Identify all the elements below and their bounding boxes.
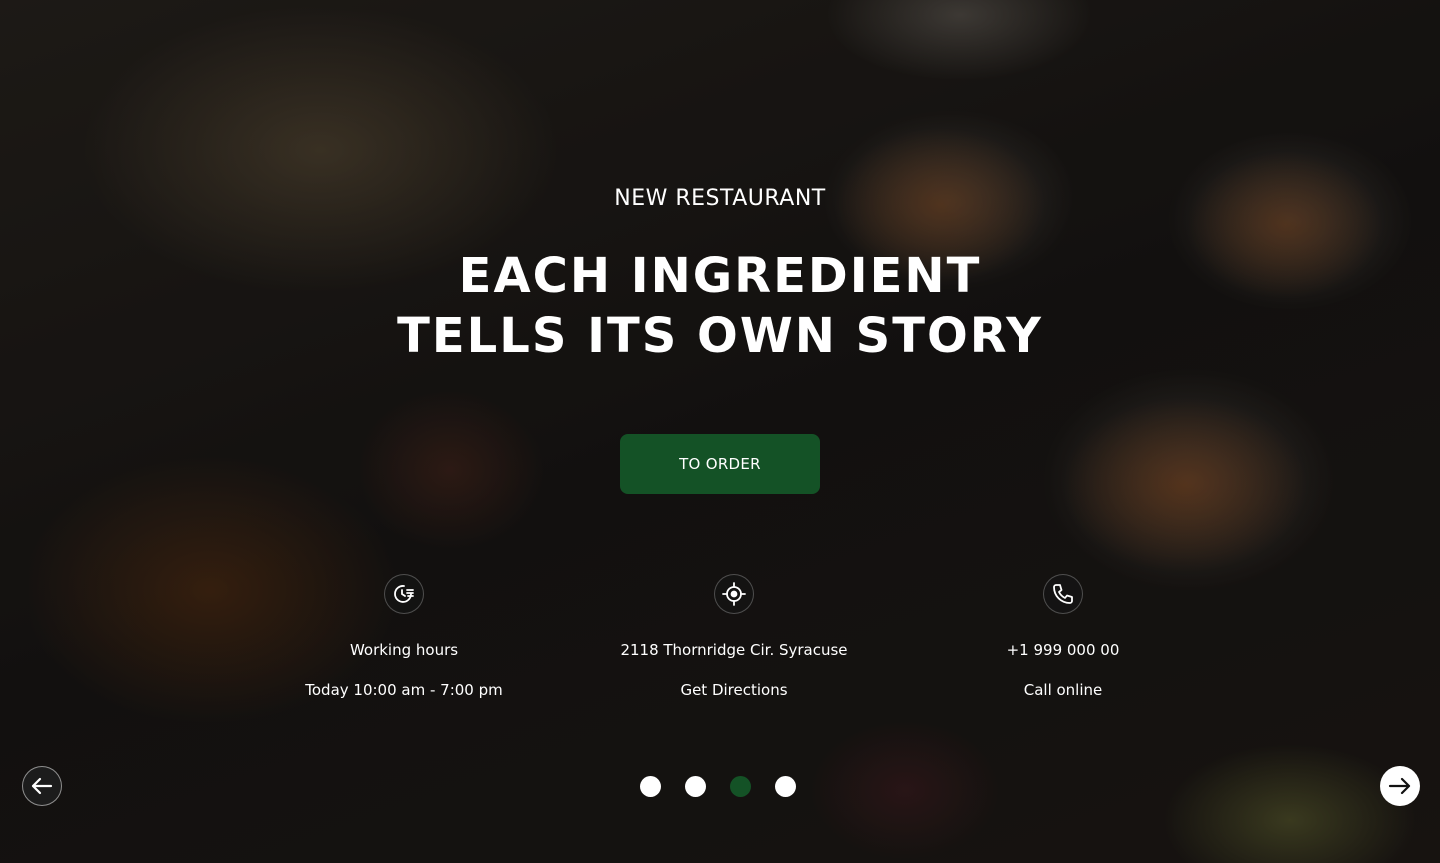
slider-dot-1[interactable] [640,776,661,797]
arrow-right-icon [1388,777,1411,795]
working-hours-label: Working hours [349,641,459,659]
arrow-left-icon [31,777,53,795]
phone-icon [1043,574,1083,614]
clock-icon [384,574,424,614]
get-directions-link[interactable]: Get Directions [584,678,884,702]
slider-prev-button[interactable] [22,766,62,806]
address-text: 2118 Thornridge Cir. Syracuse [620,641,848,659]
hero-background-image [0,0,1440,863]
phone-block: +1 999 000 00 Call online [913,574,1213,702]
phone-number: +1 999 000 00 [1006,641,1120,659]
address-block: 2118 Thornridge Cir. Syracuse Get Direct… [584,574,884,702]
slider-next-button[interactable] [1380,766,1420,806]
slider-dot-2[interactable] [685,776,706,797]
hero-overlay [0,0,1440,863]
hero-headline: EACH INGREDIENT TELLS ITS OWN STORY [0,246,1440,366]
slider-dot-4[interactable] [775,776,796,797]
location-icon [714,574,754,614]
to-order-button[interactable]: TO ORDER [620,434,820,494]
headline-line-2: TELLS ITS OWN STORY [397,308,1043,364]
hero-subtitle: NEW RESTAURANT [614,186,826,211]
slider-dot-3-active[interactable] [730,776,751,797]
call-online-link[interactable]: Call online [913,678,1213,702]
working-hours-value: Today 10:00 am - 7:00 pm [305,681,503,699]
slider-pagination [640,776,796,798]
working-hours-block: Working hours Today 10:00 am - 7:00 pm [254,574,554,702]
headline-line-1: EACH INGREDIENT [458,248,982,304]
